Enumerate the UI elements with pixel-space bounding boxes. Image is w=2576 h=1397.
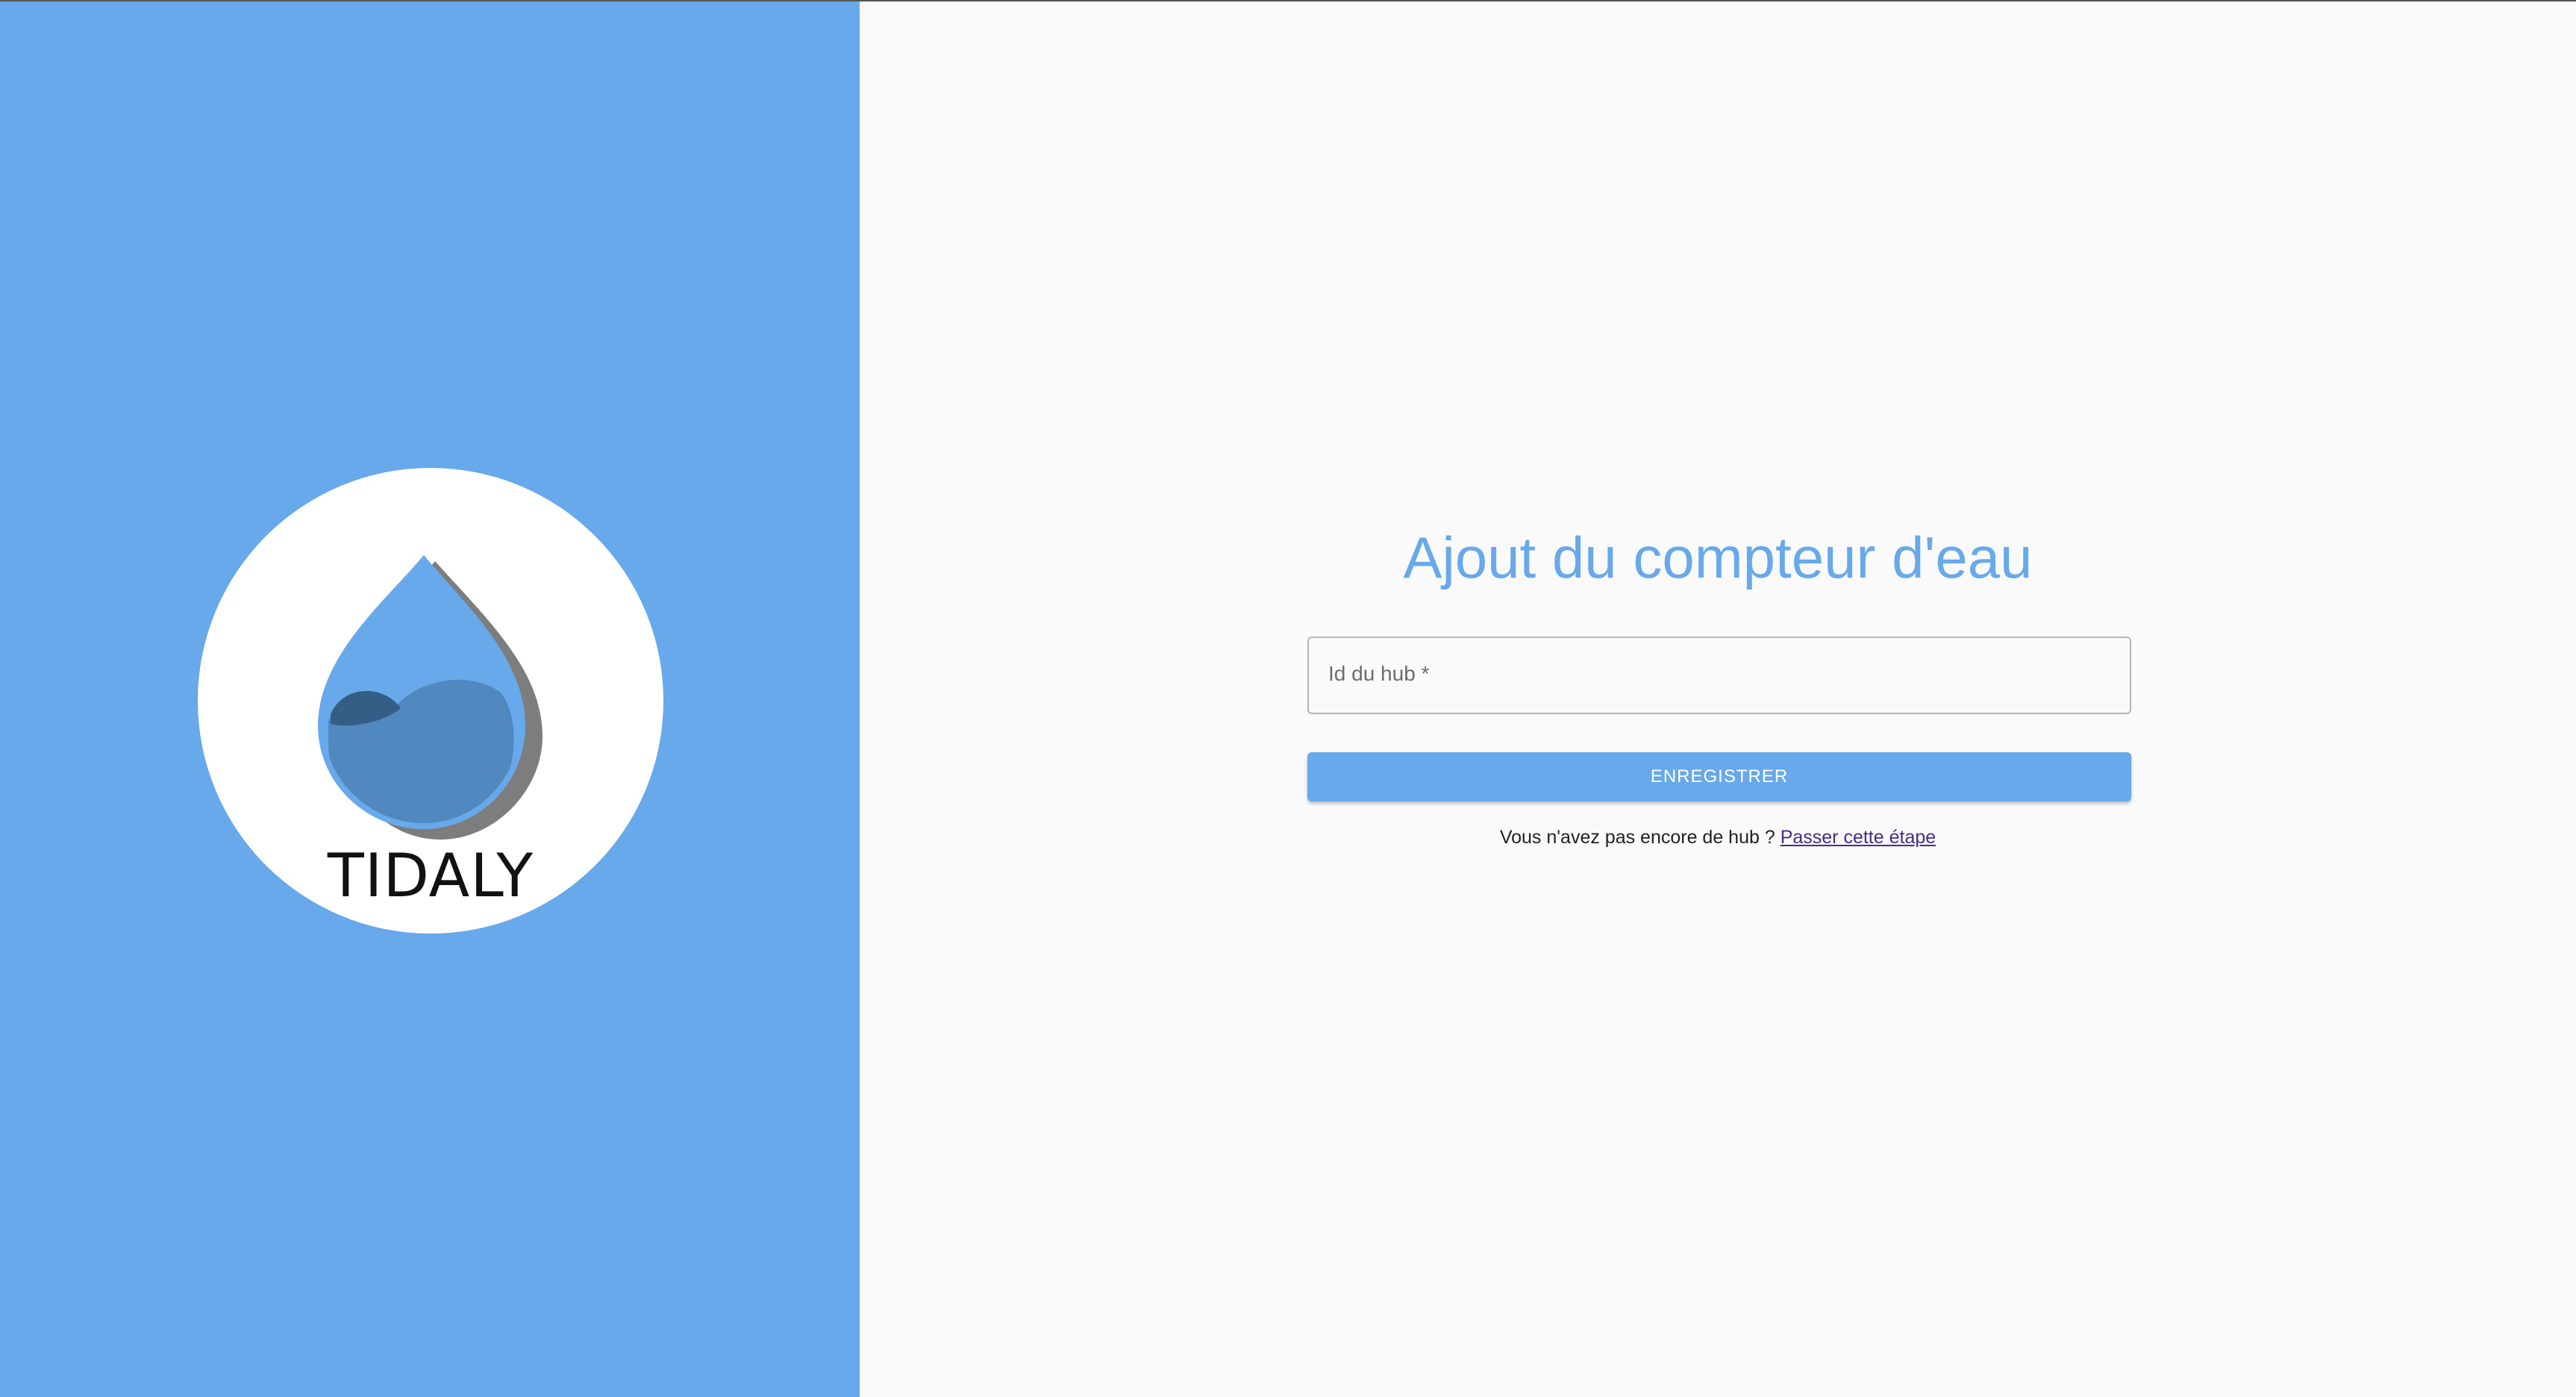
page-title: Ajout du compteur d'eau — [1403, 525, 2033, 590]
helper-text: Vous n'avez pas encore de hub ? Passer c… — [860, 827, 2576, 848]
logo: TIDALY — [198, 468, 663, 934]
hub-id-input[interactable] — [1327, 653, 2112, 698]
page: TIDALY Ajout du compteur d'eau Id du hub… — [0, 0, 2576, 1397]
hub-id-field[interactable]: Id du hub * — [1307, 637, 2131, 714]
form-panel: Ajout du compteur d'eau Id du hub * ENRE… — [860, 1, 2576, 1397]
no-hub-text: Vous n'avez pas encore de hub ? — [1499, 827, 1781, 848]
brand-panel: TIDALY — [0, 1, 860, 1397]
skip-step-link[interactable]: Passer cette étape — [1781, 827, 1936, 848]
save-button[interactable]: ENREGISTRER — [1307, 752, 2131, 801]
brand-name: TIDALY — [327, 841, 534, 910]
